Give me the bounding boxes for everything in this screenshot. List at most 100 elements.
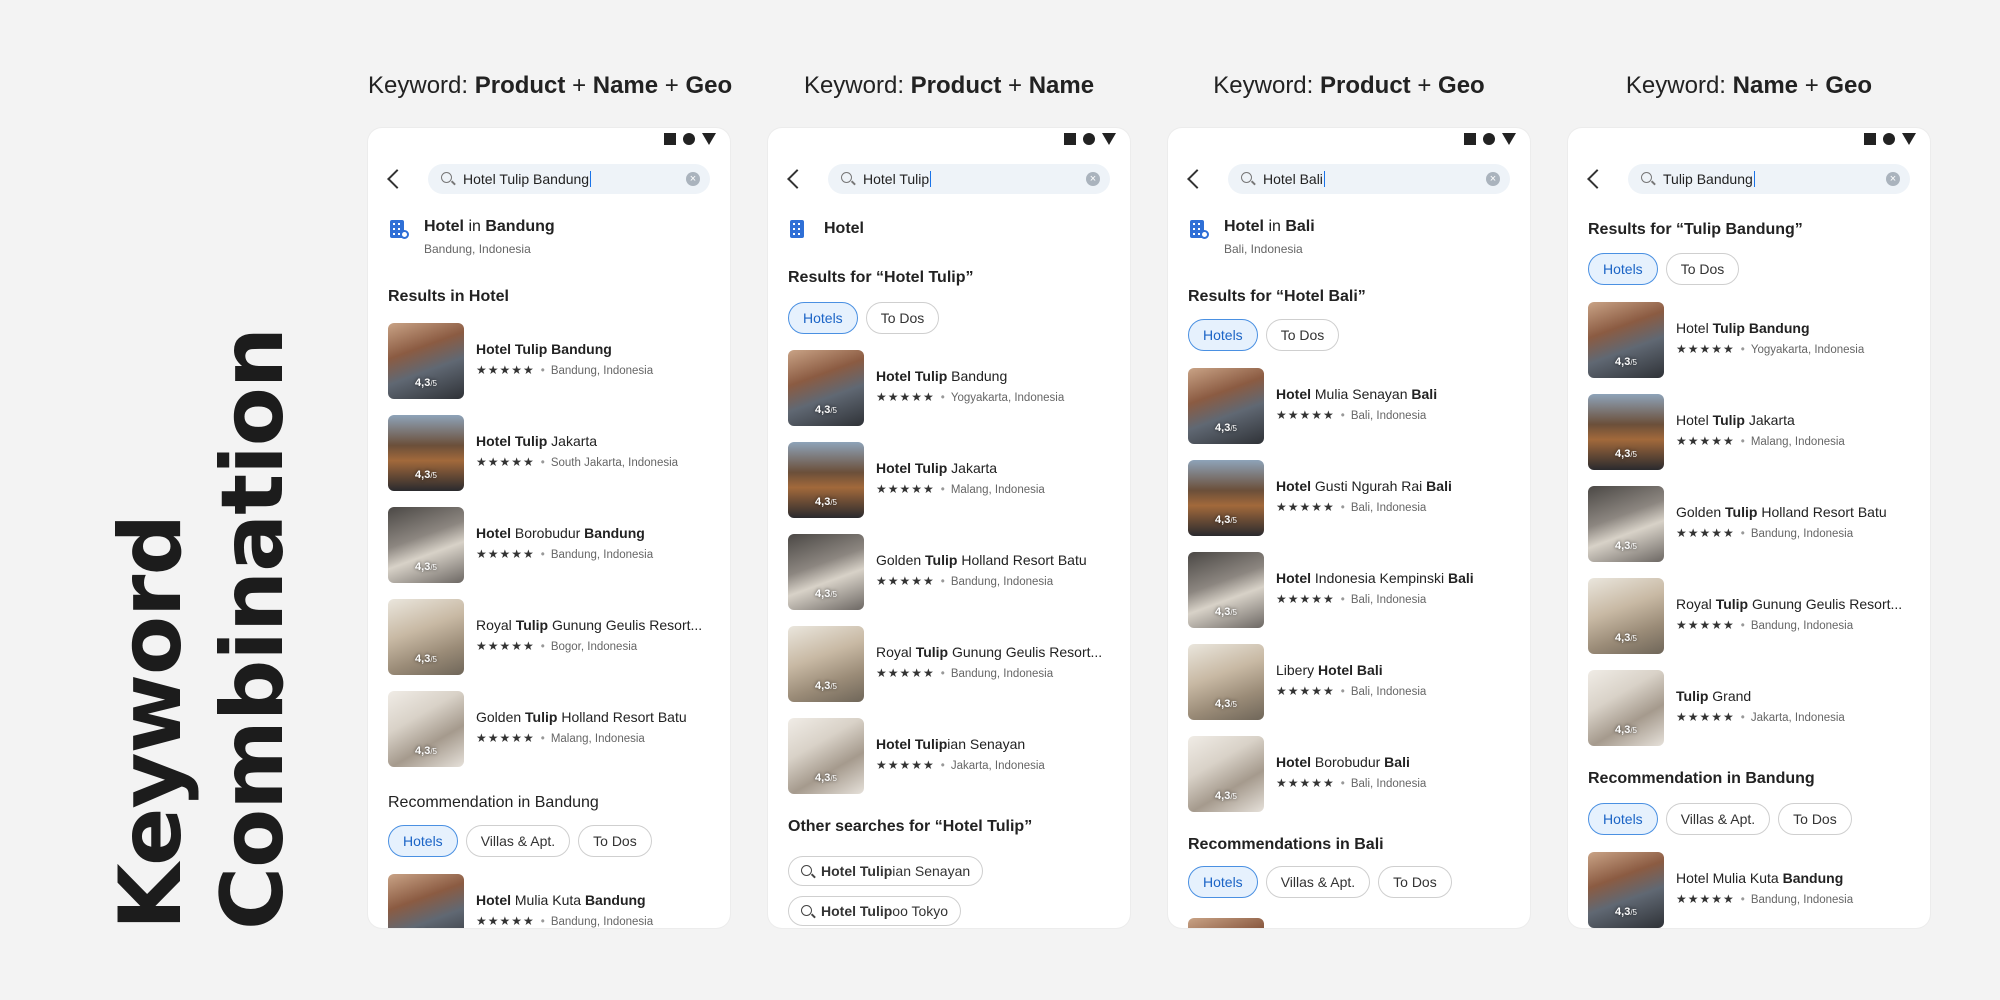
result-item[interactable]: 4,3/5 Golden Tulip Holland Resort Batu ★… <box>388 691 718 767</box>
result-item[interactable]: 4,3/5 Royal Tulip Gunung Geulis Resort..… <box>1588 578 1918 654</box>
chip-todos[interactable]: To Dos <box>1778 803 1852 835</box>
result-item[interactable]: 4,3/5 Golden Tulip Holland Resort Batu ★… <box>788 534 1118 610</box>
result-item[interactable]: 4,3/5 Hotel Tulip Jakarta ★★★★★ • South Ja… <box>388 415 718 491</box>
phone-screen: Hotel Bali × Hotel in Bali Bali, Indones… <box>1168 128 1530 928</box>
category-chips: Hotels To Dos <box>1188 319 1340 351</box>
result-item[interactable]: 4,3/5 Hotel Mulia Senayan Bali ★★★★★ • Bal… <box>1188 368 1518 444</box>
search-value[interactable]: Hotel Bali <box>1263 171 1325 187</box>
hotel-meta: ★★★★★ • Bali, Indonesia <box>1276 776 1427 790</box>
search-icon <box>1641 172 1652 183</box>
chip-hotels[interactable]: Hotels <box>1188 866 1258 898</box>
battery-icon <box>702 133 716 145</box>
hotel-name: Hotel Mulia Kuta Bandung <box>1676 870 1844 886</box>
column-heading: Keyword: Product + Geo <box>1213 72 1485 99</box>
status-bar <box>1464 133 1516 145</box>
search-input[interactable]: Hotel Tulip Bandung × <box>428 164 710 194</box>
recommendation-item[interactable]: 4,3/5 Hotel Mulia Kuta Bandung ★★★★★•Ban… <box>388 874 718 928</box>
result-item[interactable]: 4,3/5 Hotel Borobudur Bali ★★★★★ • Bali, I… <box>1188 736 1518 812</box>
search-input[interactable]: Hotel Bali × <box>1228 164 1510 194</box>
result-item[interactable]: 4,3/5 Royal Tulip Gunung Geulis Resort..… <box>388 599 718 675</box>
chip-todos[interactable]: To Dos <box>1665 253 1740 285</box>
search-icon <box>801 905 812 916</box>
result-item[interactable]: 4,3/5 Hotel Tulip Jakarta ★★★★★ • Malang, … <box>788 442 1118 518</box>
rating-stars-icon: ★★★★★ <box>876 390 935 404</box>
section-title: Recommendation in Bandung <box>1588 770 1815 787</box>
category-chips: Hotels Villas & Apt. To Dos <box>1188 866 1452 898</box>
result-item[interactable]: 4,3/5 Libery Hotel Bali ★★★★★ • Bali, Indo… <box>1188 644 1518 720</box>
chip-hotels[interactable]: Hotels <box>388 825 458 857</box>
hotel-name: Hotel Borobudur Bali <box>1276 754 1410 770</box>
hotel-meta: ★★★★★ • Bandung, Indonesia <box>476 363 654 377</box>
signal-icon <box>1464 133 1476 145</box>
chip-villas[interactable]: Villas & Apt. <box>1665 803 1771 835</box>
chip-villas[interactable]: Villas & Apt. <box>1265 866 1371 898</box>
category-chips: Hotels Villas & Apt. To Dos <box>388 825 652 857</box>
hotel-thumbnail: 4,3/5 <box>788 534 864 610</box>
hotel-meta: ★★★★★ • Bali, Indonesia <box>1276 500 1427 514</box>
hotel-name: Hotel Tulip Jakarta <box>1676 412 1795 428</box>
chip-todos[interactable]: To Dos <box>578 825 652 857</box>
chip-todos[interactable]: To Dos <box>1378 866 1452 898</box>
back-chevron-icon[interactable] <box>1187 169 1207 189</box>
category-chips: Hotels To Dos <box>788 302 940 334</box>
rating-stars-icon: ★★★★★ <box>1276 500 1335 514</box>
chip-todos[interactable]: To Dos <box>1265 319 1340 351</box>
search-input[interactable]: Hotel Tulip × <box>828 164 1110 194</box>
hotel-thumbnail: 4,3/5 <box>788 350 864 426</box>
hotel-name: Hotel Mulia Kuta Bandung <box>476 892 646 908</box>
chip-hotels[interactable]: Hotels <box>788 302 858 334</box>
search-value[interactable]: Tulip Bandung <box>1663 171 1755 187</box>
product-name: Hotel <box>824 220 864 237</box>
hotel-name: Hotel Tulip Jakarta <box>476 433 598 449</box>
result-item[interactable]: 4,3/5 Hotel Tulip Bandung ★★★★★ • Bandung,… <box>388 323 718 399</box>
result-item[interactable]: 4,3/5 Golden Tulip Holland Resort Batu ★… <box>1588 486 1918 562</box>
hotel-meta: ★★★★★ • Malang, Indonesia <box>476 731 645 745</box>
phone-screen: Hotel Tulip Bandung × Hotel in Bandung B… <box>368 128 730 928</box>
result-item[interactable]: 4,3/5 Hotel Indonesia Kempinski Bali ★★★… <box>1188 552 1518 628</box>
rating-stars-icon: ★★★★★ <box>1676 434 1735 448</box>
rating-stars-icon: ★★★★★ <box>1276 408 1335 422</box>
other-search-chip[interactable]: Hotel Tulipoo Tokyo <box>788 896 962 926</box>
status-bar <box>664 133 716 145</box>
result-item[interactable]: 4,3/5 Tulip Grand ★★★★★ • Jakarta, Indones… <box>1588 670 1918 746</box>
search-input[interactable]: Tulip Bandung × <box>1628 164 1910 194</box>
category-chips: Hotels To Dos <box>1588 253 1740 285</box>
rating-stars-icon: ★★★★★ <box>1676 526 1735 540</box>
chip-villas[interactable]: Villas & Apt. <box>465 825 571 857</box>
back-chevron-icon[interactable] <box>387 169 407 189</box>
other-search-chip[interactable]: Hotel Tulipian Senayan <box>788 856 984 886</box>
hotel-meta: ★★★★★ • Bandung, Indonesia <box>1676 618 1854 632</box>
result-item[interactable]: 4,3/5 Royal Tulip Gunung Geulis Resort..… <box>788 626 1118 702</box>
battery-icon <box>1102 133 1116 145</box>
back-chevron-icon[interactable] <box>787 169 807 189</box>
result-item[interactable]: 4,3/5 Hotel Gusti Ngurah Rai Bali ★★★★★ •… <box>1188 460 1518 536</box>
hotel-thumbnail: 4,3/5 <box>788 626 864 702</box>
search-value[interactable]: Hotel Tulip <box>863 171 932 187</box>
chip-hotels[interactable]: Hotels <box>1588 253 1658 285</box>
clear-icon[interactable]: × <box>1886 172 1900 186</box>
result-item[interactable]: 4,3/5 Hotel Borobudur Bandung ★★★★★ • Band… <box>388 507 718 583</box>
chip-hotels[interactable]: Hotels <box>1188 319 1258 351</box>
section-title: Recommendation in Bandung <box>388 794 599 811</box>
column-heading: Keyword: Product + Name <box>803 72 1095 99</box>
rating-stars-icon: ★★★★★ <box>876 482 935 496</box>
result-item[interactable]: 4,3/5 Hotel Tulip Jakarta ★★★★★ • Malang, … <box>1588 394 1918 470</box>
battery-icon <box>1502 133 1516 145</box>
result-item[interactable]: 4,3/5 Hotel Tulipian Senayan ★★★★★ • Jakar… <box>788 718 1118 794</box>
hotel-thumbnail: 4,3/5 <box>1588 670 1664 746</box>
hotel-name: Hotel Tulip Bandung <box>876 368 1008 384</box>
chip-hotels[interactable]: Hotels <box>1588 803 1658 835</box>
hotel-name: Hotel Indonesia Kempinski Bali <box>1276 570 1474 586</box>
hotel-meta: ★★★★★ • Bandung, Indonesia <box>1676 526 1854 540</box>
search-value[interactable]: Hotel Tulip Bandung <box>463 171 592 187</box>
clear-icon[interactable]: × <box>1486 172 1500 186</box>
result-item[interactable]: 4,3/5 Hotel Tulip Bandung ★★★★★ • Yogyakar… <box>788 350 1118 426</box>
clear-icon[interactable]: × <box>686 172 700 186</box>
chip-todos[interactable]: To Dos <box>865 302 940 334</box>
clear-icon[interactable]: × <box>1086 172 1100 186</box>
back-chevron-icon[interactable] <box>1587 169 1607 189</box>
recommendation-item[interactable]: 4,3/5 Hotel Mulia Kuta Bandung ★★★★★•Ban… <box>1588 852 1918 928</box>
recommendation-item[interactable] <box>1188 918 1518 928</box>
search-icon <box>801 865 812 876</box>
result-item[interactable]: 4,3/5 Hotel Tulip Bandung ★★★★★ • Yogyakar… <box>1588 302 1918 378</box>
